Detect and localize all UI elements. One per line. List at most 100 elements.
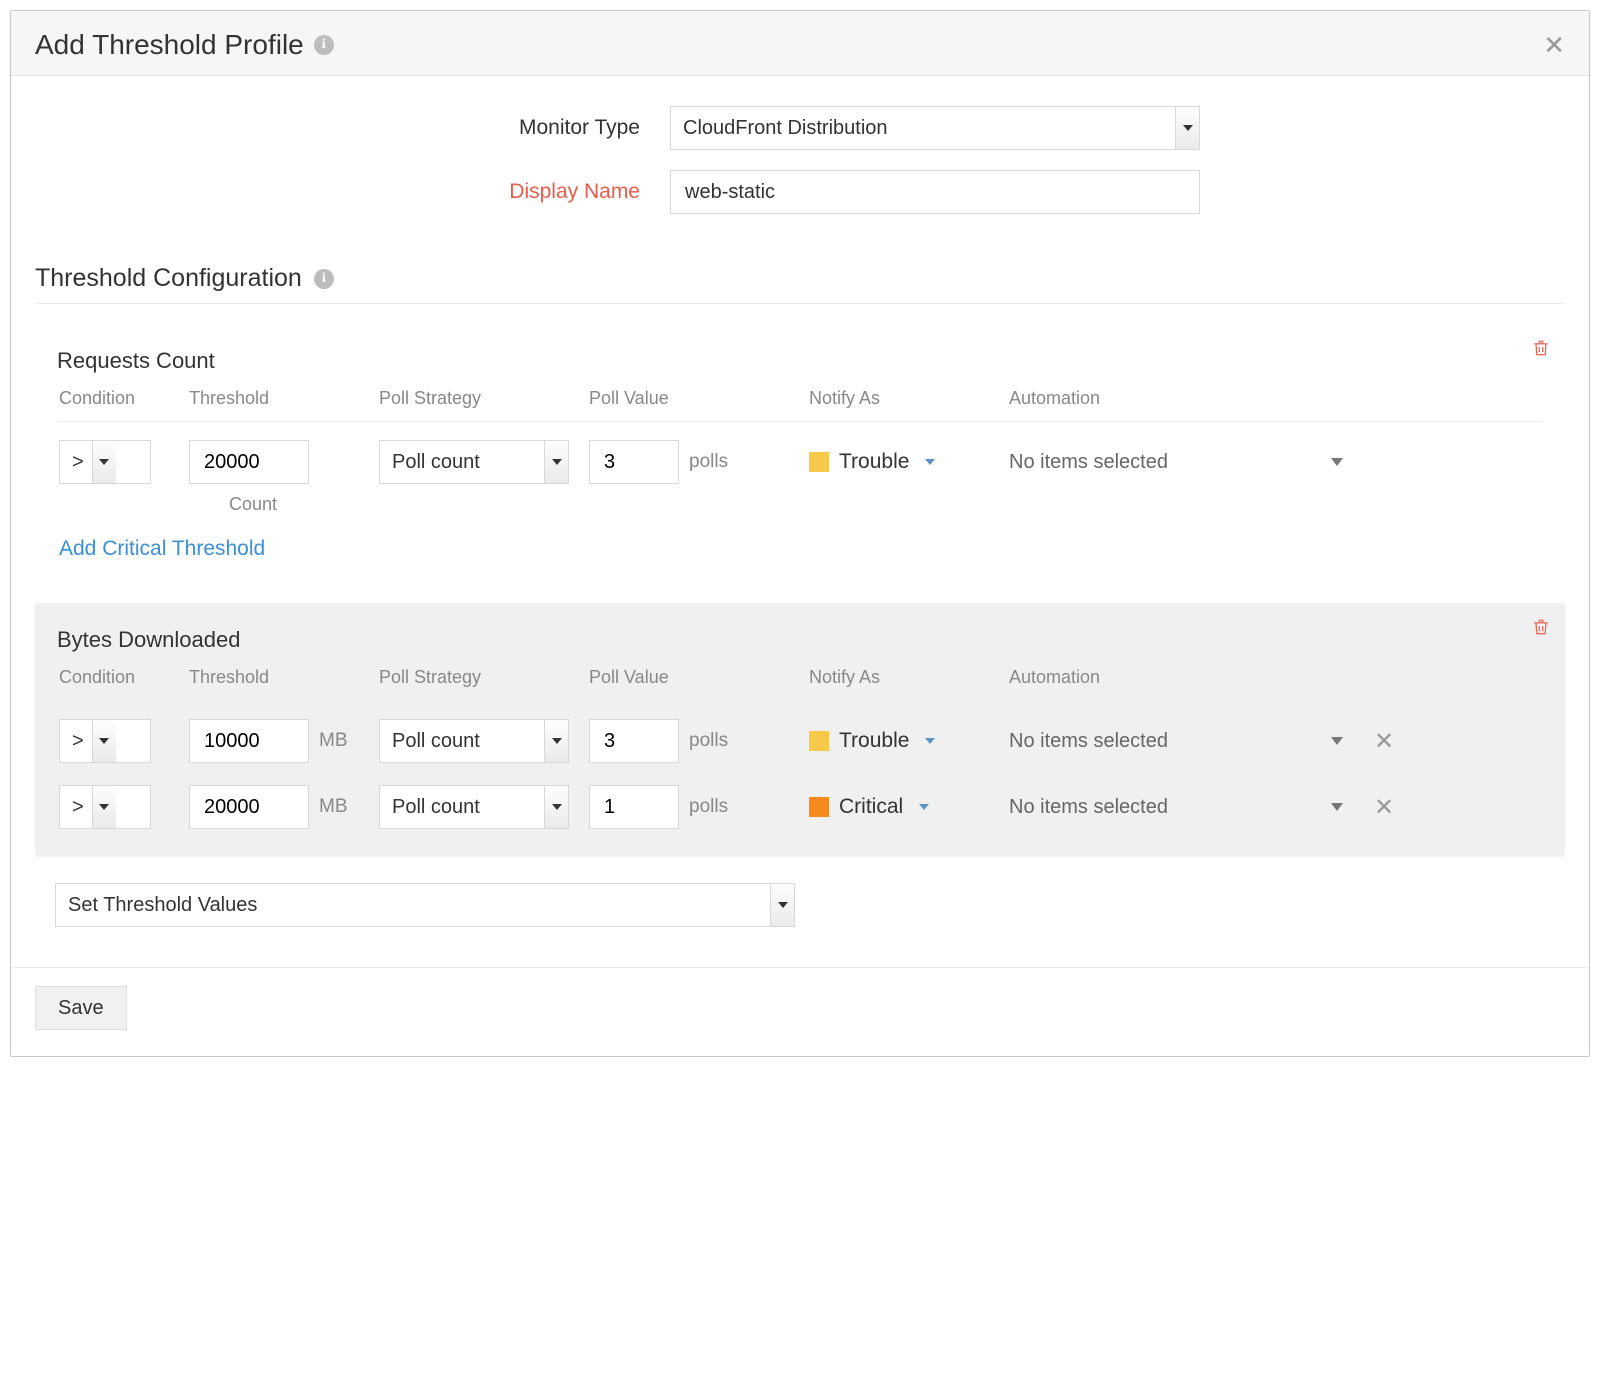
display-name-row: Display Name bbox=[35, 170, 1565, 214]
threshold-row: > MB Poll count polls Trouble No items select… bbox=[57, 701, 1543, 767]
monitor-type-value: CloudFront Distribution bbox=[683, 117, 888, 140]
automation-select[interactable]: No items selected bbox=[1009, 730, 1359, 753]
threshold-config-title: Threshold Configuration i bbox=[35, 264, 1565, 293]
unit-label: MB bbox=[319, 796, 348, 818]
poll-unit-label: polls bbox=[689, 796, 728, 818]
chevron-down-icon bbox=[92, 720, 116, 762]
chevron-down-icon bbox=[919, 804, 929, 810]
poll-unit-label: polls bbox=[689, 451, 728, 473]
set-threshold-row: Set Threshold Values bbox=[55, 883, 795, 927]
poll-value-input-wrapper bbox=[589, 719, 679, 763]
chevron-down-icon bbox=[544, 441, 568, 483]
column-header: Automation bbox=[1009, 388, 1359, 409]
notify-label: Critical bbox=[839, 795, 903, 819]
threshold-unit-label: Count bbox=[229, 494, 1543, 515]
condition-select[interactable]: > bbox=[59, 719, 151, 763]
status-swatch bbox=[809, 731, 829, 751]
poll-value-input[interactable] bbox=[602, 441, 666, 483]
threshold-input[interactable] bbox=[202, 720, 296, 762]
status-swatch bbox=[809, 797, 829, 817]
threshold-input[interactable] bbox=[202, 786, 296, 828]
condition-select[interactable]: > bbox=[59, 440, 151, 484]
save-button[interactable]: Save bbox=[35, 986, 127, 1030]
threshold-section: Requests Count ConditionThresholdPoll Str… bbox=[35, 324, 1565, 585]
modal-body: Monitor Type CloudFront Distribution Dis… bbox=[11, 76, 1589, 967]
section-title: Bytes Downloaded bbox=[57, 627, 1543, 653]
remove-row-icon[interactable]: ✕ bbox=[1359, 793, 1409, 822]
notify-as-select[interactable]: Critical bbox=[809, 795, 1009, 819]
poll-value-input-wrapper bbox=[589, 785, 679, 829]
chevron-down-icon bbox=[544, 786, 568, 828]
threshold-input-wrapper bbox=[189, 719, 309, 763]
section-title: Requests Count bbox=[57, 348, 1543, 374]
chevron-down-icon bbox=[544, 720, 568, 762]
automation-label: No items selected bbox=[1009, 730, 1168, 753]
threshold-row: > Poll count polls Trouble No items selected bbox=[57, 422, 1543, 488]
trash-icon[interactable] bbox=[1531, 338, 1551, 363]
modal-title: Add Threshold Profile i bbox=[35, 29, 334, 61]
threshold-row: > MB Poll count polls Critical No items selec… bbox=[57, 767, 1543, 833]
set-threshold-select[interactable]: Set Threshold Values bbox=[55, 883, 795, 927]
unit-label: MB bbox=[319, 730, 348, 752]
condition-select[interactable]: > bbox=[59, 785, 151, 829]
threshold-profile-modal: Add Threshold Profile i ✕ Monitor Type C… bbox=[10, 10, 1590, 1057]
column-header: Notify As bbox=[809, 388, 1009, 409]
column-header: Poll Value bbox=[589, 667, 809, 688]
monitor-type-row: Monitor Type CloudFront Distribution bbox=[35, 106, 1565, 150]
poll-value-input[interactable] bbox=[602, 786, 666, 828]
monitor-type-label: Monitor Type bbox=[35, 116, 670, 140]
automation-select[interactable]: No items selected bbox=[1009, 796, 1359, 819]
close-icon[interactable]: ✕ bbox=[1543, 32, 1565, 58]
display-name-input[interactable] bbox=[683, 171, 1187, 213]
info-icon[interactable]: i bbox=[314, 35, 334, 55]
modal-title-text: Add Threshold Profile bbox=[35, 29, 304, 61]
automation-select[interactable]: No items selected bbox=[1009, 451, 1359, 474]
automation-label: No items selected bbox=[1009, 451, 1168, 474]
modal-footer: Save bbox=[11, 967, 1589, 1056]
monitor-type-select[interactable]: CloudFront Distribution bbox=[670, 106, 1200, 150]
column-header: Notify As bbox=[809, 667, 1009, 688]
chevron-down-icon bbox=[1331, 737, 1343, 745]
threshold-input-wrapper bbox=[189, 785, 309, 829]
chevron-down-icon bbox=[1331, 803, 1343, 811]
trash-icon[interactable] bbox=[1531, 617, 1551, 642]
display-name-label: Display Name bbox=[35, 180, 670, 204]
poll-strategy-select[interactable]: Poll count bbox=[379, 785, 569, 829]
column-header: Poll Strategy bbox=[379, 667, 589, 688]
notify-label: Trouble bbox=[839, 450, 909, 474]
chevron-down-icon bbox=[92, 786, 116, 828]
column-header: Poll Strategy bbox=[379, 388, 589, 409]
divider bbox=[35, 303, 1565, 304]
poll-value-input[interactable] bbox=[602, 720, 666, 762]
chevron-down-icon bbox=[1331, 458, 1343, 466]
column-header: Automation bbox=[1009, 667, 1359, 688]
chevron-down-icon bbox=[770, 884, 794, 926]
column-header: Threshold bbox=[189, 388, 379, 409]
status-swatch bbox=[809, 452, 829, 472]
add-critical-threshold-link[interactable]: Add Critical Threshold bbox=[59, 537, 265, 561]
poll-value-input-wrapper bbox=[589, 440, 679, 484]
column-headers: ConditionThresholdPoll StrategyPoll Valu… bbox=[57, 661, 1543, 701]
remove-row-icon[interactable]: ✕ bbox=[1359, 727, 1409, 756]
chevron-down-icon bbox=[1175, 107, 1199, 149]
column-header: Threshold bbox=[189, 667, 379, 688]
threshold-input-wrapper bbox=[189, 440, 309, 484]
column-headers: ConditionThresholdPoll StrategyPoll Valu… bbox=[57, 382, 1543, 422]
display-name-input-wrapper bbox=[670, 170, 1200, 214]
chevron-down-icon bbox=[92, 441, 116, 483]
column-header: Condition bbox=[59, 388, 189, 409]
info-icon[interactable]: i bbox=[314, 269, 334, 289]
poll-unit-label: polls bbox=[689, 730, 728, 752]
notify-as-select[interactable]: Trouble bbox=[809, 729, 1009, 753]
poll-strategy-select[interactable]: Poll count bbox=[379, 719, 569, 763]
threshold-input[interactable] bbox=[202, 441, 296, 483]
column-header: Condition bbox=[59, 667, 189, 688]
chevron-down-icon bbox=[925, 459, 935, 465]
poll-strategy-select[interactable]: Poll count bbox=[379, 440, 569, 484]
notify-as-select[interactable]: Trouble bbox=[809, 450, 1009, 474]
column-header: Poll Value bbox=[589, 388, 809, 409]
modal-header: Add Threshold Profile i ✕ bbox=[11, 11, 1589, 76]
notify-label: Trouble bbox=[839, 729, 909, 753]
chevron-down-icon bbox=[925, 738, 935, 744]
automation-label: No items selected bbox=[1009, 796, 1168, 819]
